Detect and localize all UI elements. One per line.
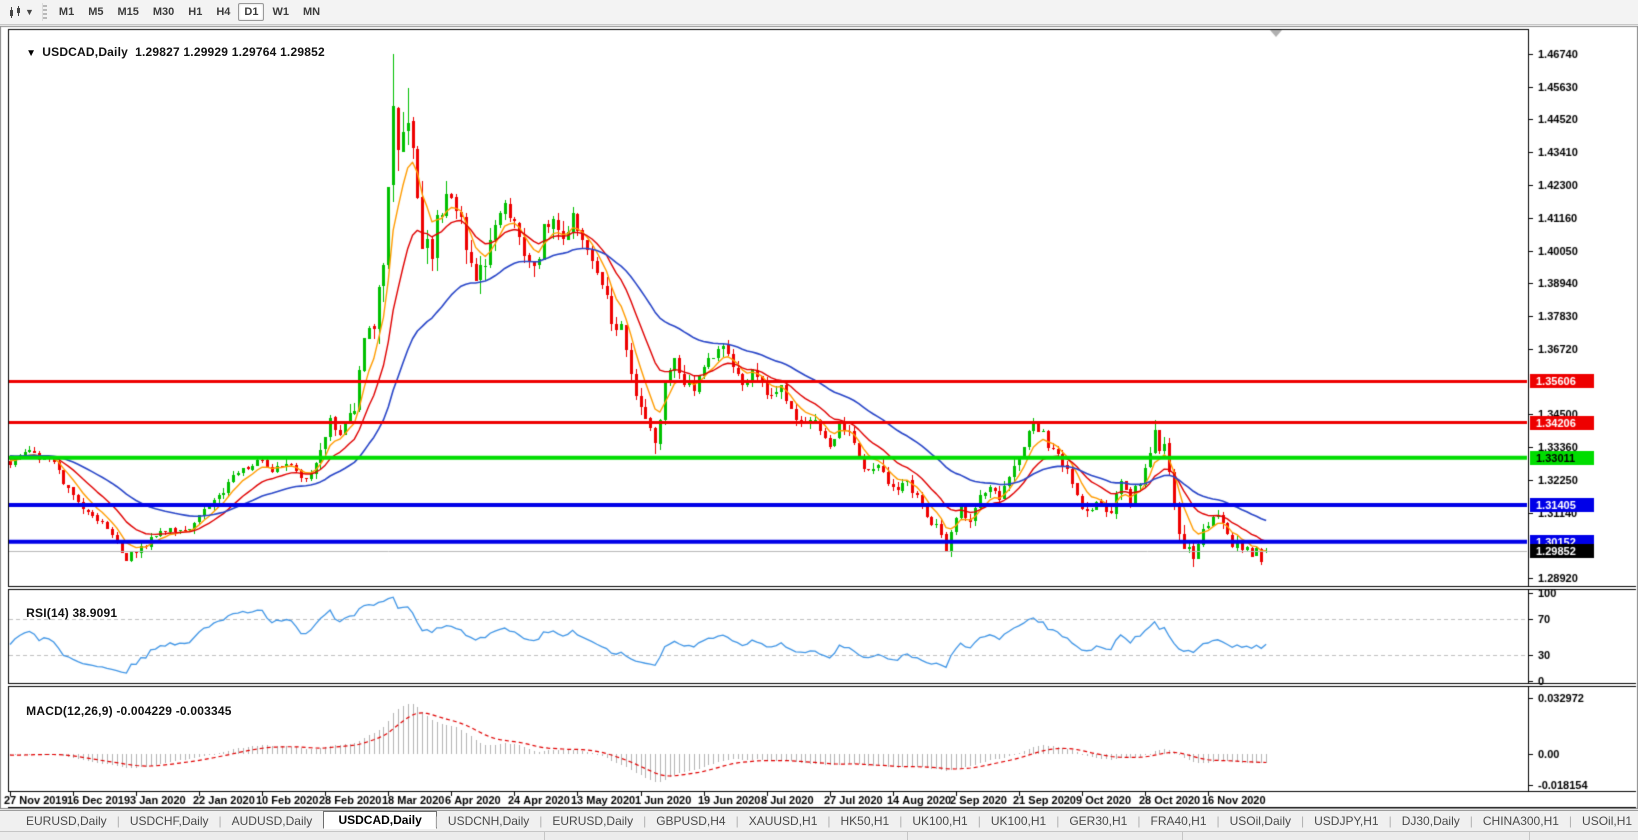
timeframe-button-d1[interactable]: D1	[238, 3, 264, 21]
rsi-label: RSI(14) 38.9091	[12, 592, 117, 634]
tab-1-usdchf-daily[interactable]: USDCHF,Daily	[118, 813, 221, 829]
macd-label: MACD(12,26,9) -0.004229 -0.003345	[12, 690, 232, 732]
tab-5-eurusd-daily[interactable]: EURUSD,Daily	[540, 813, 645, 829]
ohlc-close: 1.29852	[280, 45, 325, 59]
timeframe-button-m1[interactable]: M1	[53, 3, 80, 21]
timeframe-button-h4[interactable]: H4	[210, 3, 236, 21]
tab-12-fra40-h1[interactable]: FRA40,H1	[1138, 813, 1218, 829]
tab-17-usoil-h1[interactable]: USOil,H1	[1570, 813, 1638, 829]
chevron-down-icon: ▼	[25, 7, 34, 17]
macd-main-value: -0.004229	[116, 704, 172, 718]
tab-9-uk100-h1[interactable]: UK100,H1	[900, 813, 979, 829]
tab-3-usdcad-daily[interactable]: USDCAD,Daily	[323, 811, 436, 829]
rsi-indicator-name: RSI(14)	[26, 606, 69, 620]
tab-11-ger30-h1[interactable]: GER30,H1	[1057, 813, 1139, 829]
status-bar	[0, 831, 1638, 840]
tab-8-hk50-h1[interactable]: HK50,H1	[829, 813, 902, 829]
tab-10-uk100-h1[interactable]: UK100,H1	[979, 813, 1058, 829]
tab-7-xauusd-h1[interactable]: XAUUSD,H1	[737, 813, 830, 829]
tab-2-audusd-daily[interactable]: AUDUSD,Daily	[220, 813, 325, 829]
tab-4-usdcnh-daily[interactable]: USDCNH,Daily	[436, 813, 541, 829]
rsi-value: 38.9091	[72, 606, 117, 620]
tab-13-usoil-daily[interactable]: USOil,Daily	[1218, 813, 1303, 829]
timeframe-button-w1[interactable]: W1	[266, 3, 295, 21]
tab-6-gbpusd-h4[interactable]: GBPUSD,H4	[644, 813, 737, 829]
title-collapse-icon[interactable]: ▼	[26, 48, 36, 59]
timeframe-button-m15[interactable]: M15	[111, 3, 144, 21]
toolbar-grip	[42, 3, 47, 21]
status-section	[545, 832, 908, 840]
timeframe-buttons: M1M5M15M30H1H4D1W1MN	[53, 3, 326, 21]
top-toolbar: ▼ M1M5M15M30H1H4D1W1MN	[0, 0, 1638, 25]
timeframe-button-m5[interactable]: M5	[82, 3, 109, 21]
symbol-title: USDCAD,Daily	[42, 45, 128, 59]
timeframe-button-m30[interactable]: M30	[147, 3, 180, 21]
ohlc-high: 1.29929	[183, 45, 228, 59]
timeframe-button-h1[interactable]: H1	[182, 3, 208, 21]
timeframe-button-mn[interactable]: MN	[297, 3, 326, 21]
ohlc-low: 1.29764	[232, 45, 277, 59]
tab-16-china300-h1[interactable]: CHINA300,H1	[1471, 813, 1571, 829]
ohlc-open: 1.29827	[135, 45, 180, 59]
status-section	[1183, 832, 1530, 840]
status-section	[0, 832, 545, 840]
macd-indicator-name: MACD(12,26,9)	[26, 704, 113, 718]
price-chart-canvas[interactable]	[0, 0, 1638, 840]
macd-signal-value: -0.003345	[176, 704, 232, 718]
chart-mode-button[interactable]: ▼	[4, 2, 38, 22]
chart-title: ▼ USDCAD,Daily 1.29827 1.29929 1.29764 1.…	[12, 31, 325, 73]
mt4-window: ▼ M1M5M15M30H1H4D1W1MN ▼ USDCAD,Daily 1.2…	[0, 0, 1638, 840]
tab-0-eurusd-daily[interactable]: EURUSD,Daily	[14, 813, 119, 829]
tab-14-usdjpy-h1[interactable]: USDJPY,H1	[1302, 813, 1390, 829]
symbol-tabs: ◄ ► EURUSD,Daily|USDCHF,Daily|AUDUSD,Dai…	[0, 810, 1638, 831]
status-section	[908, 832, 1183, 840]
tab-15-dj30-daily[interactable]: DJ30,Daily	[1390, 813, 1472, 829]
candlestick-chart-icon	[8, 5, 23, 20]
